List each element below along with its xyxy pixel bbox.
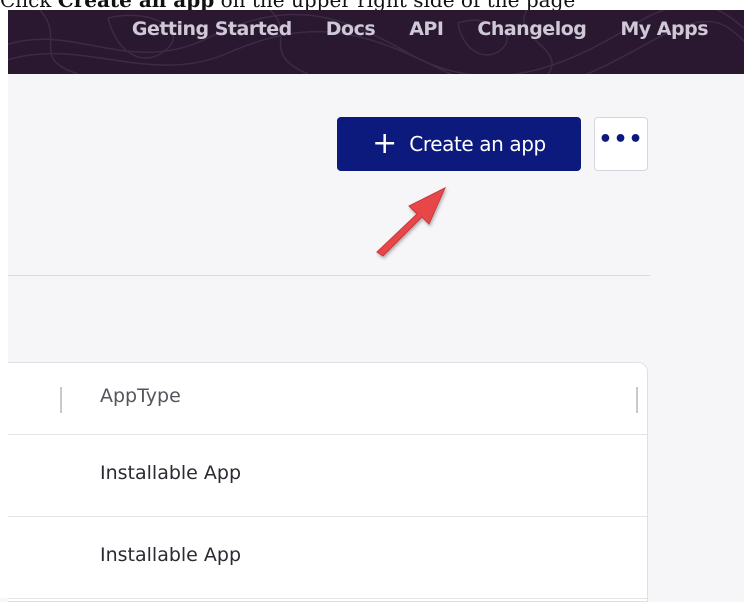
nav-api[interactable]: API (409, 18, 444, 40)
caption-prefix: Click (0, 0, 58, 10)
column-resize-handle[interactable] (636, 387, 638, 413)
nav-getting-started[interactable]: Getting Started (132, 18, 292, 40)
nav-changelog[interactable]: Changelog (477, 18, 586, 40)
plus-icon: + (372, 126, 398, 161)
pointer-arrow-icon (376, 186, 447, 257)
apps-table: AppType Installable App Installable App (8, 362, 648, 602)
table-row[interactable]: Installable App (8, 516, 647, 599)
table-row[interactable]: Installable App (8, 434, 647, 517)
more-options-button[interactable]: ••• (594, 117, 648, 171)
caption-suffix: on the upper right side of the page (214, 0, 576, 10)
nav-docs[interactable]: Docs (326, 18, 376, 40)
table-cell-apptype: Installable App (100, 544, 242, 566)
create-app-button[interactable]: + Create an app (337, 117, 581, 171)
nav-my-apps[interactable]: My Apps (620, 18, 708, 40)
top-nav-bar: Getting Started Docs API Changelog My Ap… (8, 8, 744, 74)
column-header-apptype[interactable]: AppType (100, 385, 181, 407)
caption-bold: Create an app (58, 0, 214, 10)
ellipsis-icon: ••• (598, 127, 644, 152)
section-divider (8, 275, 650, 276)
nav-links: Getting Started Docs API Changelog My Ap… (98, 18, 709, 40)
left-edge (0, 8, 8, 598)
create-app-label: Create an app (409, 132, 546, 156)
column-resize-handle[interactable] (60, 387, 62, 413)
table-cell-apptype: Installable App (100, 462, 242, 484)
instruction-caption: Click Create an app on the upper right s… (0, 0, 744, 10)
table-header: AppType (8, 363, 647, 435)
